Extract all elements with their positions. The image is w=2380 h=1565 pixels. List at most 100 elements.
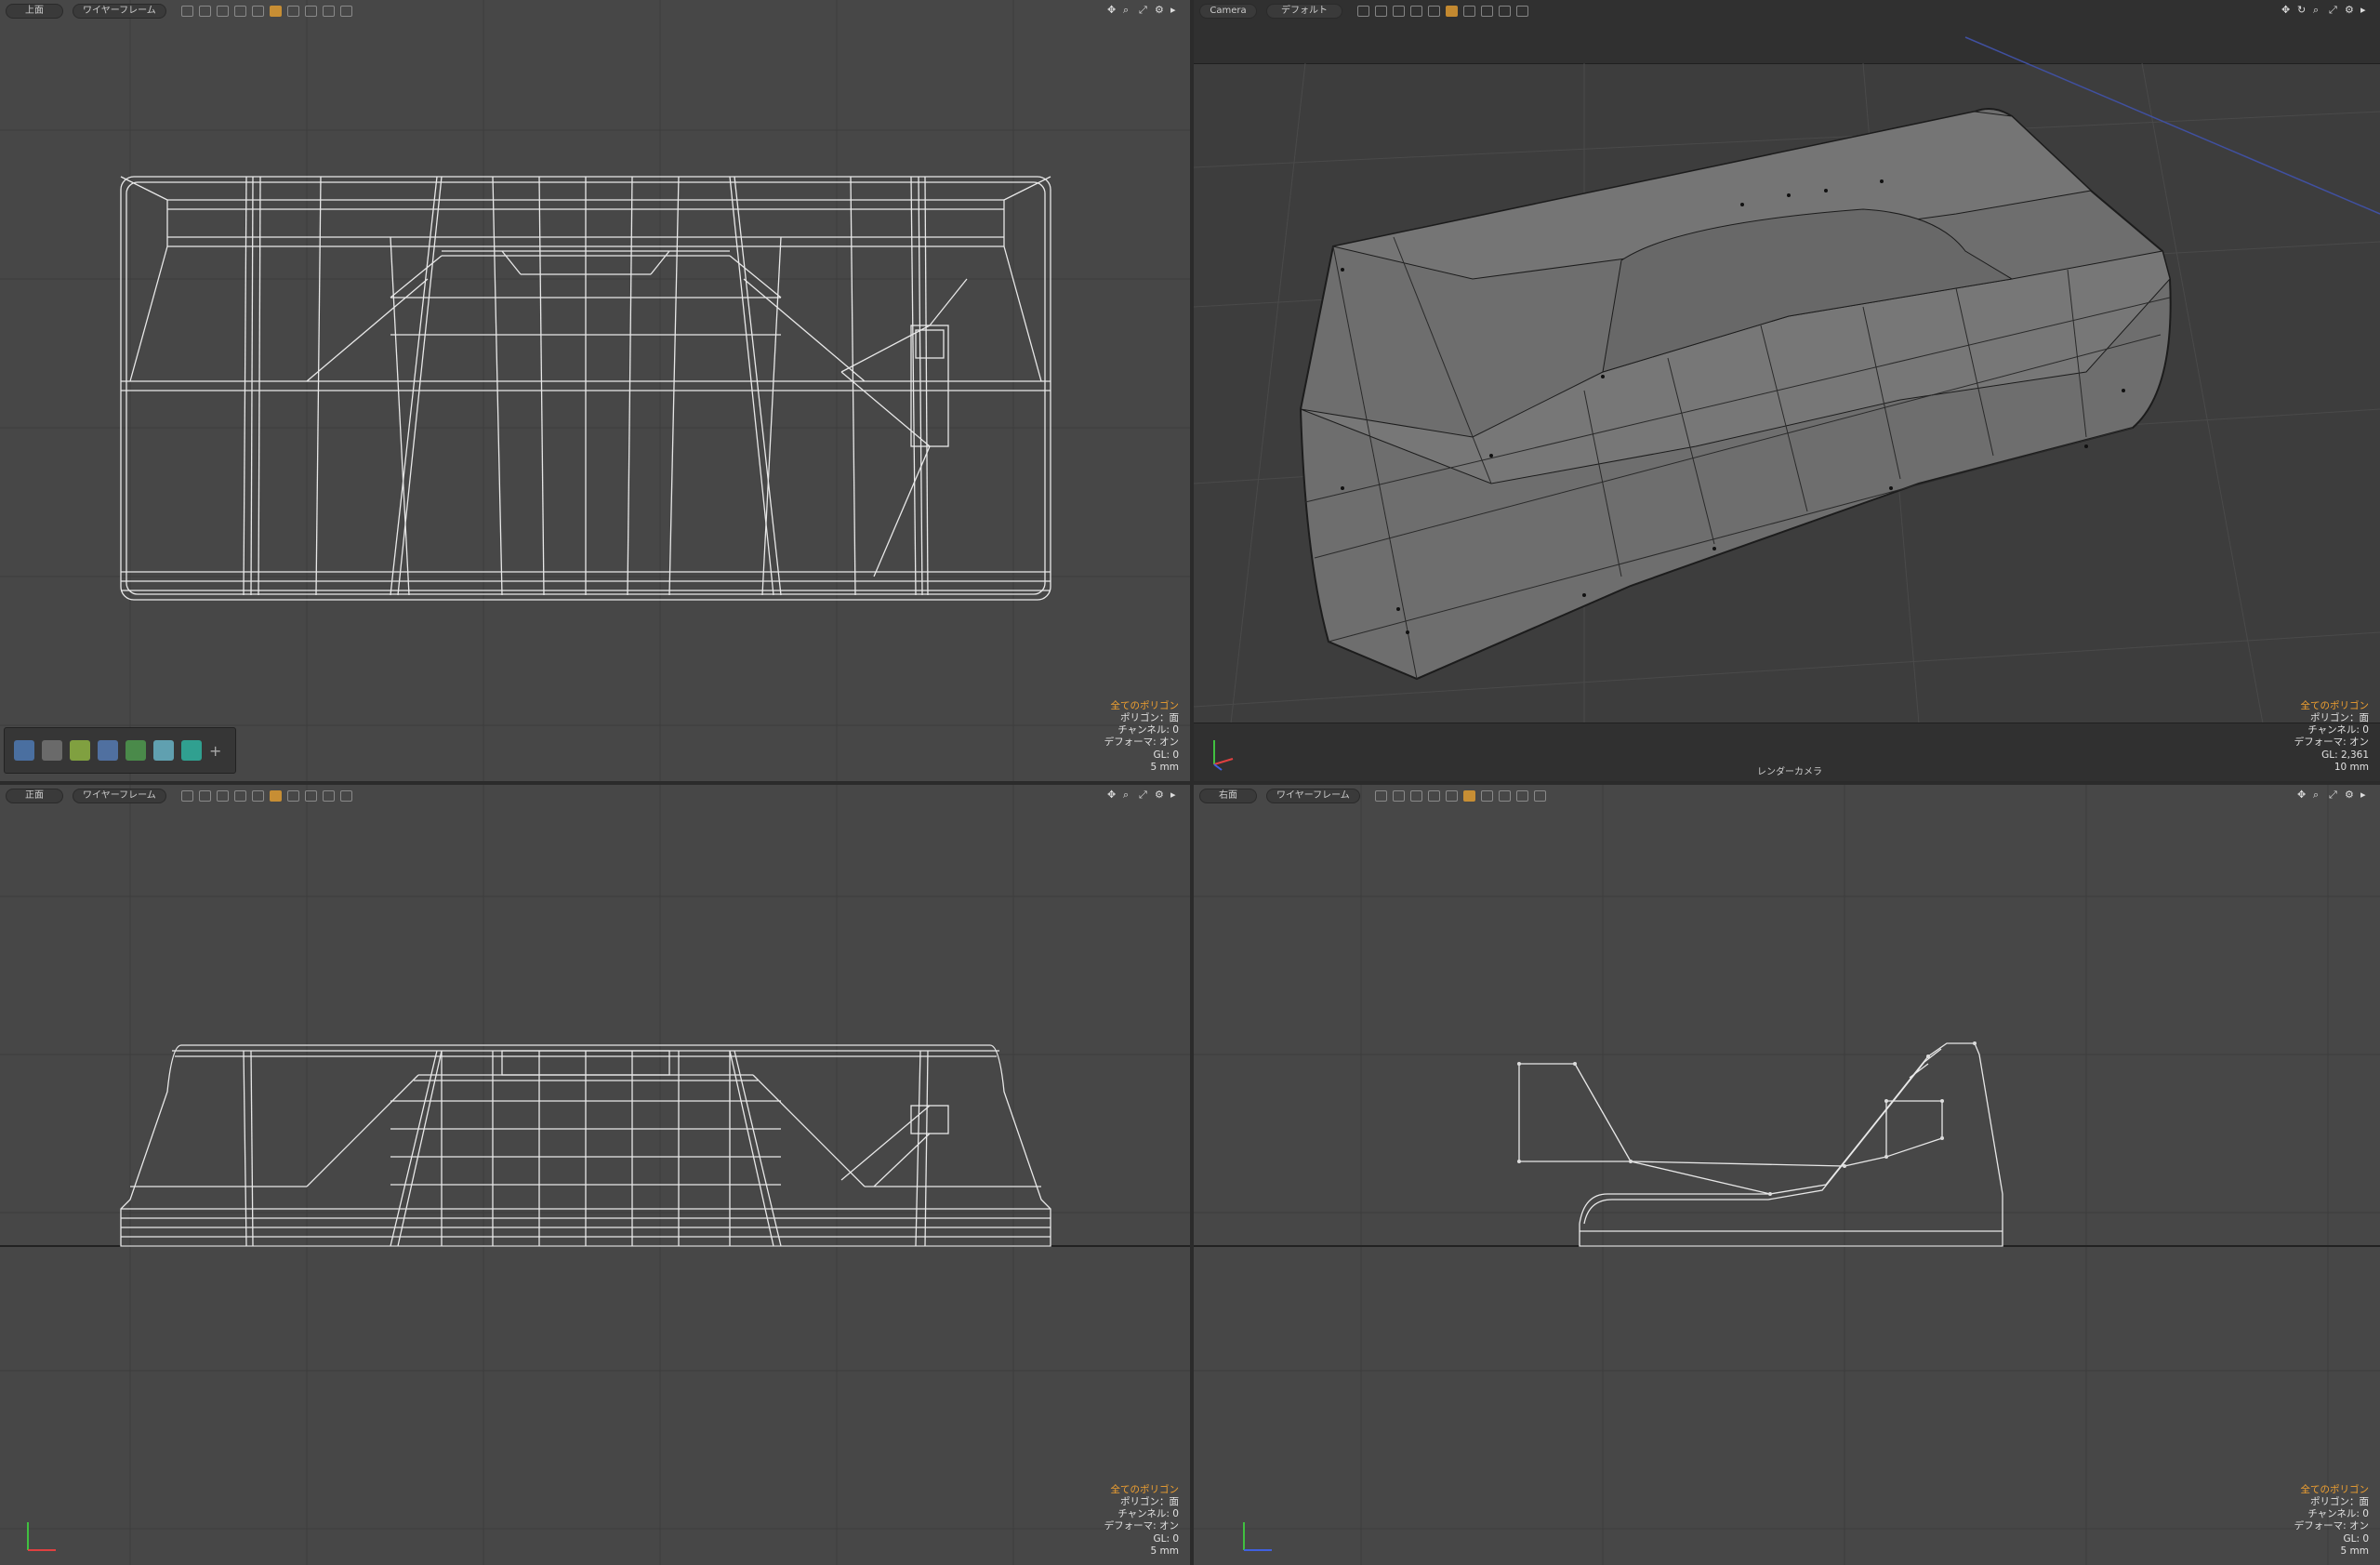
maximize-icon[interactable]: ⤢: [1139, 5, 1149, 15]
view-select[interactable]: 右面: [1199, 789, 1257, 803]
view-select[interactable]: 上面: [6, 4, 63, 19]
paint-tool-icon[interactable]: [126, 740, 146, 761]
transform-tool-icon[interactable]: [70, 740, 90, 761]
info-scale: 5 mm: [1150, 1545, 1179, 1557]
shaded-model: [1299, 107, 2172, 681]
split-icon[interactable]: [1481, 6, 1493, 17]
rotate-icon[interactable]: ↻: [2297, 5, 2307, 15]
menu-arrow-icon[interactable]: ▸: [1170, 5, 1181, 15]
toolbox: +: [4, 727, 236, 774]
shading-select[interactable]: ワイヤーフレーム: [73, 4, 166, 19]
gear-icon[interactable]: ⚙: [2345, 5, 2355, 15]
info-scale: 5 mm: [2340, 1545, 2369, 1557]
shading-select[interactable]: ワイヤーフレーム: [73, 789, 166, 803]
shading-select[interactable]: ワイヤーフレーム: [1266, 789, 1360, 803]
copy-icon[interactable]: [322, 6, 335, 17]
zoom-icon[interactable]: ⌕: [1123, 5, 1133, 15]
box-tool-icon[interactable]: [98, 740, 118, 761]
info-gl: GL: 0: [1153, 749, 1179, 761]
cube-tool-icon[interactable]: [153, 740, 174, 761]
shading-select[interactable]: デフォルト: [1266, 4, 1342, 19]
person-icon[interactable]: [269, 790, 282, 802]
viewport-toolbar: 右面 ワイヤーフレーム ✥ ⌕ ⤢ ⚙ ▸: [1194, 785, 2380, 807]
square-icon[interactable]: [1409, 790, 1422, 802]
people-icon[interactable]: [1463, 6, 1475, 17]
copy-icon[interactable]: [322, 790, 335, 802]
maximize-icon[interactable]: ⤢: [1139, 789, 1149, 800]
split-icon[interactable]: [304, 6, 317, 17]
axis-gizmo: [1243, 1522, 1272, 1551]
menu-arrow-icon[interactable]: ▸: [1170, 789, 1181, 800]
grid-icon[interactable]: [198, 790, 211, 802]
person-icon[interactable]: [269, 6, 282, 17]
square-icon[interactable]: [1393, 6, 1405, 17]
viewport-info: 全てのポリゴン ポリゴン：面 チャンネル: 0 デフォーマ: オン GL: 2,…: [2294, 700, 2369, 774]
pan-icon[interactable]: ✥: [2297, 789, 2307, 800]
layer-icon[interactable]: [1410, 6, 1422, 17]
layer-icon[interactable]: [1445, 790, 1458, 802]
split-icon[interactable]: [304, 790, 317, 802]
viewport-camera[interactable]: Camera デフォルト ✥ ↻ ⌕ ⤢ ⚙ ▸ レンダーカメラ 全てのポリゴン ポリ…: [1194, 0, 2380, 781]
expand-icon[interactable]: [339, 6, 352, 17]
viewport-top[interactable]: 上面 ワイヤーフレーム ✥ ⌕ ⤢ ⚙ ▸ 全てのポリゴン ポリゴン：面 チャンネル…: [0, 0, 1190, 781]
wireframe-front: [120, 1044, 1051, 1247]
split-icon[interactable]: [1498, 790, 1511, 802]
layer-tool-icon[interactable]: [181, 740, 202, 761]
grid-icon[interactable]: [1392, 790, 1405, 802]
info-gl: GL: 0: [1153, 1532, 1179, 1545]
gear-icon[interactable]: ⚙: [1155, 789, 1165, 800]
zoom-icon[interactable]: ⌕: [2313, 789, 2323, 800]
grid-icon[interactable]: [180, 6, 193, 17]
info-deformers: デフォーマ: オン: [2294, 736, 2369, 749]
layer-icon[interactable]: [233, 790, 246, 802]
people-icon[interactable]: [1480, 790, 1493, 802]
menu-arrow-icon[interactable]: ▸: [2360, 789, 2371, 800]
layer-icon[interactable]: [1428, 6, 1440, 17]
viewport-right[interactable]: 右面 ワイヤーフレーム ✥ ⌕ ⤢ ⚙ ▸ 全てのポリゴン ポリゴン：面 チャンネル…: [1194, 785, 2380, 1565]
info-polys: 全てのポリゴン: [1110, 699, 1180, 711]
copy-icon[interactable]: [1499, 6, 1511, 17]
pan-icon[interactable]: ✥: [1107, 5, 1117, 15]
hand-tool-icon[interactable]: [42, 740, 62, 761]
square-icon[interactable]: [216, 6, 229, 17]
expand-icon[interactable]: [1516, 6, 1528, 17]
add-icon[interactable]: +: [209, 742, 221, 760]
people-icon[interactable]: [286, 790, 299, 802]
info-deformers: デフォーマ: オン: [2294, 1520, 2369, 1532]
zoom-icon[interactable]: ⌕: [1123, 789, 1133, 800]
zoom-icon[interactable]: ⌕: [2313, 5, 2323, 15]
info-channels: チャンネル: 0: [2307, 724, 2369, 736]
grid-icon[interactable]: [1357, 6, 1369, 17]
grid-icon[interactable]: [198, 6, 211, 17]
axis-gizmo: [27, 1522, 56, 1551]
layer-icon[interactable]: [233, 6, 246, 17]
info-polys: 全てのポリゴン: [2300, 1483, 2370, 1495]
person-icon[interactable]: [1462, 790, 1475, 802]
gear-icon[interactable]: ⚙: [1155, 5, 1165, 15]
person-icon[interactable]: [1446, 6, 1458, 17]
gear-icon[interactable]: ⚙: [2345, 789, 2355, 800]
viewport-front[interactable]: 正面 ワイヤーフレーム ✥ ⌕ ⤢ ⚙ ▸ 全てのポリゴン ポリゴン：面 チャンネル…: [0, 785, 1190, 1565]
view-select[interactable]: Camera: [1199, 4, 1257, 19]
menu-arrow-icon[interactable]: ▸: [2360, 5, 2371, 15]
pan-icon[interactable]: ✥: [2281, 5, 2292, 15]
maximize-icon[interactable]: ⤢: [2329, 789, 2339, 800]
pan-icon[interactable]: ✥: [1107, 789, 1117, 800]
grid-icon[interactable]: [180, 790, 193, 802]
expand-icon[interactable]: [339, 790, 352, 802]
wireframe-top: [120, 176, 1051, 601]
square-icon[interactable]: [216, 790, 229, 802]
move-tool-icon[interactable]: [14, 740, 34, 761]
grid-icon[interactable]: [1375, 6, 1387, 17]
view-select[interactable]: 正面: [6, 789, 63, 803]
maximize-icon[interactable]: ⤢: [2329, 5, 2339, 15]
layer-icon[interactable]: [251, 6, 264, 17]
expand-icon[interactable]: [1533, 790, 1546, 802]
layer-icon[interactable]: [251, 790, 264, 802]
info-gl: GL: 0: [2343, 1532, 2369, 1545]
viewport-toolbar: 正面 ワイヤーフレーム ✥ ⌕ ⤢ ⚙ ▸: [0, 785, 1190, 807]
people-icon[interactable]: [286, 6, 299, 17]
layer-icon[interactable]: [1427, 790, 1440, 802]
copy-icon[interactable]: [1515, 790, 1528, 802]
grid-icon[interactable]: [1374, 790, 1387, 802]
